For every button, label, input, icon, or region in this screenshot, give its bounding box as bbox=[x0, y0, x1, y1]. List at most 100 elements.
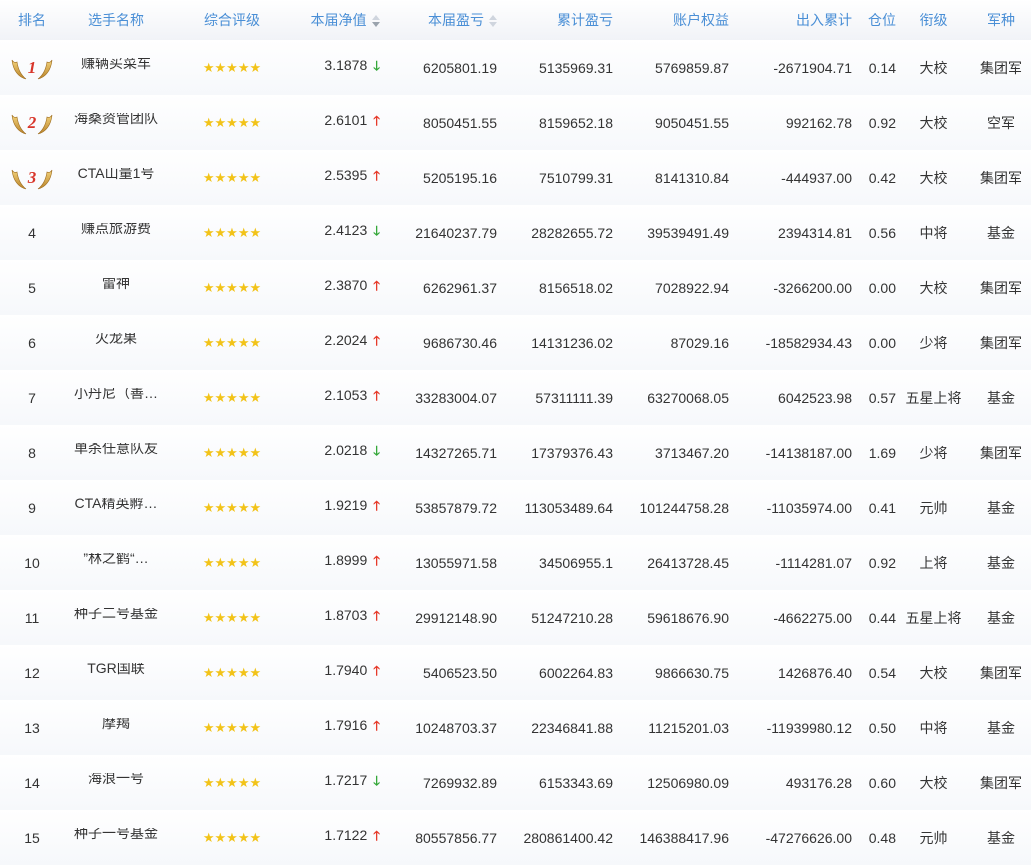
arrow-up-icon: 🡑 bbox=[373, 717, 380, 733]
header-session-pnl-label: 本届盈亏 bbox=[428, 12, 484, 28]
player-name[interactable]: 小丹尼（善… bbox=[64, 388, 168, 408]
header-inout[interactable]: 出入累计 bbox=[729, 0, 852, 40]
session-pnl: 6205801.19 bbox=[423, 59, 497, 76]
rank-cell: 11 bbox=[0, 610, 64, 626]
header-position[interactable]: 仓位 bbox=[852, 0, 896, 40]
player-name[interactable]: CTA精英孵… bbox=[64, 498, 168, 518]
session-pnl: 9686730.46 bbox=[423, 334, 497, 351]
account-equity: 101244758.28 bbox=[639, 499, 729, 516]
player-name-text[interactable]: TGR国联 bbox=[87, 663, 145, 676]
table-row[interactable]: 11 种子二号基金 ★★★★★ 1.8703 🡑 29912148.90 5124… bbox=[0, 590, 1031, 645]
table-row[interactable]: 14 海浪一号 ★★★★★ 1.7217 🡓 7269932.89 6153343… bbox=[0, 755, 1031, 810]
rank-title: 少将 bbox=[919, 334, 948, 351]
svg-text:3: 3 bbox=[27, 168, 37, 187]
rank-medal-icon: 3 bbox=[9, 164, 55, 192]
player-name-text[interactable]: ”林之鹤“… bbox=[83, 553, 148, 566]
rank-cell: 13 bbox=[0, 720, 64, 736]
player-name[interactable]: CTA山量1号 bbox=[64, 168, 168, 188]
table-row[interactable]: 7 小丹尼（善… ★★★★★ 2.1053 🡑 33283004.07 57311… bbox=[0, 370, 1031, 425]
player-name[interactable]: 火龙果 bbox=[64, 333, 168, 353]
sort-icon[interactable] bbox=[371, 14, 380, 28]
table-row[interactable]: 3 CTA山量1号 ★★★★★ 2.5395 🡑 5205195.16 75107… bbox=[0, 150, 1031, 205]
table-row[interactable]: 6 火龙果 ★★★★★ 2.2024 🡑 9686730.46 14131236.… bbox=[0, 315, 1031, 370]
nav-value: 1.7916 bbox=[324, 716, 368, 733]
player-name-text[interactable]: 小丹尼（善… bbox=[74, 388, 158, 401]
arrow-up-icon: 🡑 bbox=[373, 167, 380, 183]
account-equity: 7028922.94 bbox=[655, 279, 729, 296]
nav-cell: 1.7940 🡑 bbox=[296, 662, 380, 684]
table-row[interactable]: 13 摩羯 ★★★★★ 1.7916 🡑 10248703.37 22346841… bbox=[0, 700, 1031, 755]
account-equity: 87029.16 bbox=[670, 334, 729, 351]
nav-cell: 2.1053 🡑 bbox=[296, 387, 380, 409]
inout-total: -2671904.71 bbox=[773, 59, 852, 76]
player-name-text[interactable]: CTA精英孵… bbox=[75, 498, 158, 511]
player-name[interactable]: 雷神 bbox=[64, 278, 168, 298]
position-ratio: 0.60 bbox=[868, 774, 896, 791]
header-equity[interactable]: 账户权益 bbox=[613, 0, 729, 40]
header-session-pnl[interactable]: 本届盈亏 bbox=[380, 0, 497, 40]
rank-number: 9 bbox=[28, 499, 36, 516]
player-name[interactable]: 单杀任意队友 bbox=[64, 443, 168, 463]
player-name[interactable]: 种子一号基金 bbox=[64, 828, 168, 848]
arrow-down-icon: 🡓 bbox=[373, 222, 380, 238]
header-title[interactable]: 衔级 bbox=[896, 0, 971, 40]
table-row[interactable]: 2 海桑资管团队 ★★★★★ 2.6101 🡑 8050451.55 815965… bbox=[0, 95, 1031, 150]
table-row[interactable]: 8 单杀任意队友 ★★★★★ 2.0218 🡓 14327265.71 17379… bbox=[0, 425, 1031, 480]
player-name-text[interactable]: CTA山量1号 bbox=[78, 168, 155, 181]
player-name[interactable]: TGR国联 bbox=[64, 663, 168, 683]
player-name-text[interactable]: 赚辆买菜车 bbox=[81, 58, 151, 71]
table-row[interactable]: 5 雷神 ★★★★★ 2.3870 🡑 6262961.37 8156518.02… bbox=[0, 260, 1031, 315]
table-row[interactable]: 10 ”林之鹤“… ★★★★★ 1.8999 🡑 13055971.58 3450… bbox=[0, 535, 1031, 590]
rank-cell: 7 bbox=[0, 390, 64, 406]
table-row[interactable]: 12 TGR国联 ★★★★★ 1.7940 🡑 5406523.50 600226… bbox=[0, 645, 1031, 700]
player-name-text[interactable]: 海浪一号 bbox=[88, 773, 144, 786]
player-name-text[interactable]: 海桑资管团队 bbox=[74, 113, 158, 126]
position-ratio: 0.44 bbox=[868, 609, 896, 626]
rank-title: 大校 bbox=[919, 59, 948, 76]
header-rating[interactable]: 综合评级 bbox=[168, 0, 296, 40]
rank-title: 中将 bbox=[919, 224, 948, 241]
rank-number: 12 bbox=[24, 664, 40, 681]
army-type: 基金 bbox=[987, 554, 1015, 571]
player-name-text[interactable]: 赚点旅游费 bbox=[81, 223, 151, 236]
player-name[interactable]: 海浪一号 bbox=[64, 773, 168, 793]
player-name[interactable]: ”林之鹤“… bbox=[64, 553, 168, 573]
player-name-text[interactable]: 雷神 bbox=[102, 278, 130, 291]
player-name[interactable]: 赚点旅游费 bbox=[64, 223, 168, 243]
header-name[interactable]: 选手名称 bbox=[64, 0, 168, 40]
session-pnl: 53857879.72 bbox=[415, 499, 497, 516]
rating-stars: ★★★★★ bbox=[168, 444, 296, 461]
player-name[interactable]: 赚辆买菜车 bbox=[64, 58, 168, 78]
arrow-up-icon: 🡑 bbox=[373, 662, 380, 678]
position-ratio: 0.50 bbox=[868, 719, 896, 736]
rank-number: 6 bbox=[28, 334, 36, 351]
session-pnl: 29912148.90 bbox=[415, 609, 497, 626]
player-name[interactable]: 摩羯 bbox=[64, 718, 168, 738]
header-nav[interactable]: 本届净值 bbox=[296, 0, 380, 40]
header-cumulative-pnl[interactable]: 累计盈亏 bbox=[497, 0, 613, 40]
table-row[interactable]: 9 CTA精英孵… ★★★★★ 1.9219 🡑 53857879.72 1130… bbox=[0, 480, 1031, 535]
table-row[interactable]: 4 赚点旅游费 ★★★★★ 2.4123 🡓 21640237.79 282826… bbox=[0, 205, 1031, 260]
account-equity: 63270068.05 bbox=[647, 389, 729, 406]
arrow-up-icon: 🡑 bbox=[373, 387, 380, 403]
table-header: 排名 选手名称 综合评级 本届净值 本届盈亏 累计盈亏 账户权益 出入累计 仓位… bbox=[0, 0, 1031, 40]
inout-total: -11939980.12 bbox=[766, 719, 852, 736]
sort-icon[interactable] bbox=[489, 14, 497, 28]
table-row[interactable]: 15 种子一号基金 ★★★★★ 1.7122 🡑 80557856.77 2808… bbox=[0, 810, 1031, 865]
army-type: 基金 bbox=[987, 389, 1015, 406]
player-name-text[interactable]: 单杀任意队友 bbox=[74, 443, 158, 456]
header-army[interactable]: 军种 bbox=[971, 0, 1031, 40]
nav-value: 2.2024 bbox=[324, 331, 368, 348]
rank-number: 11 bbox=[24, 609, 40, 626]
header-rank[interactable]: 排名 bbox=[0, 0, 64, 40]
nav-value: 2.3870 bbox=[324, 276, 368, 293]
player-name-text[interactable]: 摩羯 bbox=[102, 718, 130, 731]
player-name-text[interactable]: 火龙果 bbox=[95, 333, 137, 346]
player-name[interactable]: 海桑资管团队 bbox=[64, 113, 168, 133]
player-name[interactable]: 种子二号基金 bbox=[64, 608, 168, 628]
player-name-text[interactable]: 种子二号基金 bbox=[74, 608, 158, 621]
player-name-text[interactable]: 种子一号基金 bbox=[74, 828, 158, 841]
table-row[interactable]: 1 赚辆买菜车 ★★★★★ 3.1878 🡓 6205801.19 5135969… bbox=[0, 40, 1031, 95]
arrow-down-icon: 🡓 bbox=[373, 772, 380, 788]
nav-cell: 1.8703 🡑 bbox=[296, 607, 380, 629]
